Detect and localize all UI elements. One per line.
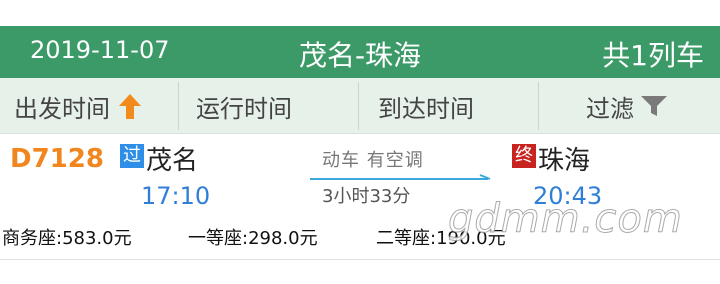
sort-bar: 出发时间 运行时间 到达时间 过滤 (0, 78, 720, 134)
header-bar: 2019-11-07 茂名-珠海 共1列车 (0, 26, 720, 78)
sort-run-time-label: 运行时间 (196, 94, 292, 123)
travel-duration: 3小时33分 (322, 186, 411, 207)
train-type: 动车 有空调 (322, 150, 424, 171)
sort-departure-label: 出发时间 (14, 94, 110, 123)
sort-arrival-time[interactable]: 到达时间 (378, 78, 474, 134)
seat-business-price: 商务座:583.0元 (2, 228, 132, 249)
sort-arrival-label: 到达时间 (378, 94, 474, 123)
filter-label: 过滤 (586, 94, 634, 123)
pass-through-badge: 过 (120, 144, 144, 168)
train-count: 共1列车 (602, 39, 704, 72)
divider (178, 82, 179, 130)
terminus-badge: 终 (512, 144, 536, 168)
filter-button[interactable]: 过滤 (586, 78, 668, 134)
train-number: D7128 (10, 144, 104, 174)
departure-station: 茂名 (146, 146, 199, 176)
filter-icon (641, 96, 667, 116)
sort-departure-time[interactable]: 出发时间 (14, 78, 142, 134)
watermark: gdmm.com (448, 196, 683, 243)
departure-time: 17:10 (141, 182, 211, 210)
divider (358, 82, 359, 130)
seat-first-class-price: 一等座:298.0元 (188, 228, 318, 249)
sort-run-time[interactable]: 运行时间 (196, 78, 292, 134)
divider (538, 82, 539, 130)
arrow-up-icon (119, 94, 141, 119)
arrival-station: 珠海 (538, 146, 591, 176)
